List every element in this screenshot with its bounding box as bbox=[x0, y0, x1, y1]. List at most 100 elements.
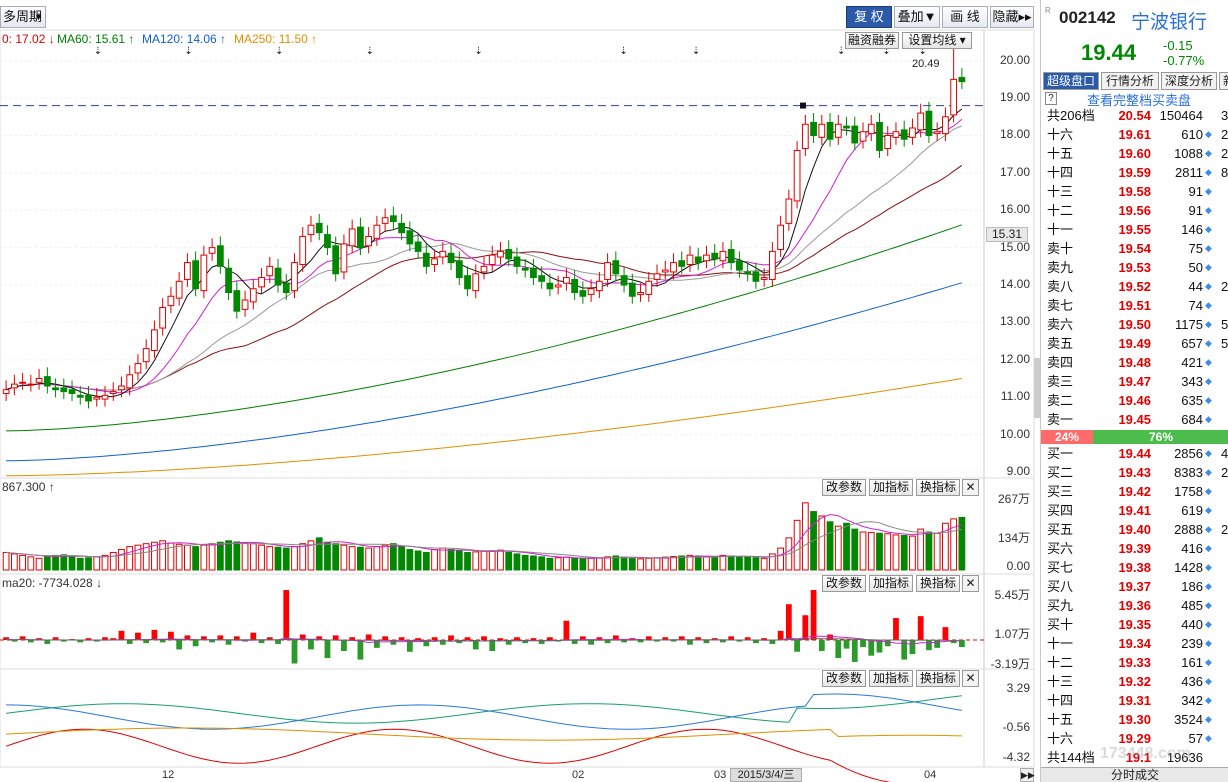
scroll-right-icon[interactable]: ▶▶ bbox=[1020, 768, 1035, 782]
tab-super-book[interactable]: 超级盘口 bbox=[1043, 72, 1099, 90]
volume-bar bbox=[274, 546, 282, 571]
total-buy-label: 共144档 bbox=[1047, 750, 1095, 765]
level-price: 19.44 bbox=[1118, 446, 1151, 461]
ind-close-icon[interactable]: ✕ bbox=[962, 670, 979, 687]
volume-bar bbox=[266, 546, 274, 571]
level-diamond-icon: ◆ bbox=[1205, 148, 1212, 158]
volume-bar bbox=[472, 551, 480, 571]
level-volume: 421 bbox=[1181, 355, 1203, 370]
volume-bar bbox=[291, 546, 298, 571]
volume-close-icon[interactable]: ✕ bbox=[962, 479, 979, 496]
level-volume: 1175 bbox=[1175, 317, 1203, 332]
level-diamond-icon: ◆ bbox=[1205, 300, 1212, 310]
candle-body bbox=[538, 275, 546, 282]
ma-setting-button[interactable]: 设置均线 ▾ bbox=[902, 32, 972, 49]
margin-trading-button[interactable]: 融资融券 bbox=[845, 32, 899, 49]
draw-line-button[interactable]: 画 线 bbox=[942, 6, 988, 28]
overlay-button[interactable]: 叠加▼ bbox=[894, 6, 940, 28]
flow-bar bbox=[818, 640, 825, 651]
flow-bar bbox=[192, 640, 199, 647]
tab-new[interactable]: 新 bbox=[1219, 72, 1228, 90]
candle-body bbox=[340, 243, 348, 273]
level-diamond-icon: ◆ bbox=[1205, 638, 1212, 648]
level-price: 19.39 bbox=[1118, 541, 1151, 556]
volume-bar bbox=[587, 557, 595, 571]
tick-trades-tab[interactable]: 分时成交 bbox=[1041, 767, 1228, 782]
volume-bar bbox=[192, 546, 200, 571]
candle-body bbox=[727, 249, 735, 264]
last-price: 19.44 bbox=[1081, 40, 1137, 65]
volume-bar bbox=[513, 553, 521, 571]
level-diamond-icon: ◆ bbox=[1205, 224, 1212, 234]
candle-body bbox=[134, 363, 142, 374]
candle-body bbox=[892, 131, 900, 138]
candle-body bbox=[192, 260, 200, 290]
flow-bar bbox=[365, 634, 372, 640]
candle-body bbox=[546, 282, 554, 290]
volume-add-indicator-button[interactable]: 加指标 bbox=[869, 479, 913, 496]
price-tick-label: 14.00 bbox=[999, 277, 1030, 292]
flow-add-indicator-button[interactable]: 加指标 bbox=[869, 575, 913, 592]
level-extra: 5 bbox=[1221, 336, 1228, 351]
candle-body bbox=[266, 265, 274, 277]
volume-bar bbox=[109, 551, 117, 571]
period-select[interactable]: 多周期 ▼ bbox=[0, 6, 46, 28]
level-diamond-icon: ◆ bbox=[1205, 505, 1212, 515]
candle-body bbox=[785, 198, 793, 224]
volume-legend: 867.300 ↑ bbox=[2, 480, 55, 494]
level-price: 19.41 bbox=[1118, 503, 1151, 518]
volume-bar bbox=[867, 532, 875, 571]
level-price: 19.58 bbox=[1118, 184, 1151, 199]
buy_levels-level-row: 买九 19.36 485 ◆ bbox=[1041, 596, 1228, 615]
volume-bar bbox=[678, 555, 686, 571]
vol-axis-zero: 0.00 bbox=[1006, 559, 1030, 573]
candle-body bbox=[595, 280, 603, 292]
volume-bar bbox=[645, 557, 653, 571]
flow-params-button[interactable]: 改参数 bbox=[822, 575, 866, 592]
sell_levels-level-row: 卖六 19.50 1175 ◆ 5 bbox=[1041, 315, 1228, 334]
sell_levels-level-row: 十二 19.56 91 ◆ bbox=[1041, 201, 1228, 220]
buy_levels-level-row: 买八 19.37 186 ◆ bbox=[1041, 577, 1228, 596]
level-label: 十二 bbox=[1047, 203, 1074, 218]
help-icon[interactable]: ? bbox=[1045, 92, 1057, 105]
level-price: 19.30 bbox=[1118, 712, 1151, 727]
fq-button[interactable]: 复 权 bbox=[846, 6, 892, 28]
ind-params-button[interactable]: 改参数 bbox=[822, 670, 866, 687]
volume-bar bbox=[357, 546, 364, 571]
kline-chart[interactable]: ⇣ ⇣ ⇣ ⇣ ⇣ ⇣ ⇣ ⇣ ⇣ ⇣ bbox=[0, 0, 1040, 782]
stock-code: 002142 bbox=[1059, 8, 1116, 27]
volume-bar bbox=[851, 528, 859, 571]
flow-close-icon[interactable]: ✕ bbox=[962, 575, 979, 592]
volume-bar bbox=[324, 541, 331, 571]
volume-switch-indicator-button[interactable]: 换指标 bbox=[916, 479, 960, 496]
level-price: 19.42 bbox=[1118, 484, 1151, 499]
tab-market-analysis[interactable]: 行情分析 bbox=[1101, 72, 1159, 90]
volume-bar bbox=[365, 547, 373, 571]
price-tick-label: 13.00 bbox=[999, 314, 1030, 329]
volume-params-button[interactable]: 改参数 bbox=[822, 479, 866, 496]
tab-depth-analysis[interactable]: 深度分析 bbox=[1161, 72, 1217, 90]
high-price-label: 20.49 bbox=[912, 58, 940, 70]
volume-bar bbox=[43, 556, 51, 571]
flow-bar bbox=[497, 638, 504, 640]
total-sell-volume: 150464 bbox=[1159, 108, 1203, 123]
level-label: 十六 bbox=[1047, 731, 1074, 746]
volume-bar bbox=[2, 551, 10, 571]
candle-body bbox=[159, 306, 167, 329]
flow-switch-indicator-button[interactable]: 换指标 bbox=[916, 575, 960, 592]
candle-body bbox=[389, 215, 397, 222]
candle-body bbox=[175, 280, 183, 299]
hide-button[interactable]: 隐藏▸▸ bbox=[990, 6, 1034, 28]
flow-bar bbox=[868, 640, 875, 656]
candle-body bbox=[101, 394, 109, 400]
level-price: 19.45 bbox=[1118, 412, 1151, 427]
level-diamond-icon: ◆ bbox=[1205, 714, 1212, 724]
candle-body bbox=[768, 250, 776, 280]
level-label: 卖七 bbox=[1047, 298, 1074, 313]
volume-bar bbox=[101, 554, 109, 571]
volume-bar bbox=[579, 558, 587, 571]
ind-switch-indicator-button[interactable]: 换指标 bbox=[916, 670, 960, 687]
volume-bar bbox=[530, 555, 537, 571]
ind-add-indicator-button[interactable]: 加指标 bbox=[869, 670, 913, 687]
ma30-legend: 0: 17.02 ↓ bbox=[2, 32, 55, 46]
